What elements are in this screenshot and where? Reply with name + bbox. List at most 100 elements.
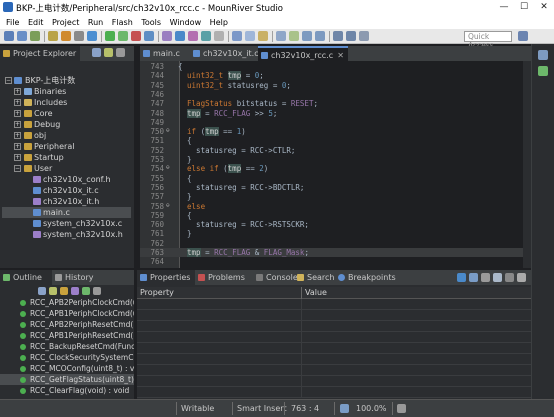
filter-icon[interactable] <box>481 273 490 282</box>
code-area[interactable]: 743{744 uint32_t tmp = 0; 745 uint32_t st… <box>140 61 531 268</box>
tab-outline[interactable]: Outline <box>0 270 52 285</box>
menu-run[interactable]: Run <box>88 16 103 29</box>
minimize-icon[interactable] <box>517 273 526 282</box>
code-line[interactable]: 762 <box>140 239 523 248</box>
menu-help[interactable]: Help <box>210 16 228 29</box>
expand-icon[interactable]: + <box>14 143 21 150</box>
perspective-icon[interactable] <box>518 31 528 41</box>
link-editor-icon[interactable] <box>104 48 113 57</box>
expand-icon[interactable]: + <box>14 88 21 95</box>
code-line[interactable]: 756 statusreg = RCC->BDCTLR; <box>140 183 523 192</box>
rebuild-icon[interactable] <box>61 31 71 41</box>
outline-item[interactable]: RCC_MCOConfig(uint8_t) : vo <box>0 363 134 374</box>
code-line[interactable]: 764 <box>140 257 523 266</box>
categories-icon[interactable] <box>469 273 478 282</box>
code-line[interactable]: 754 ⊖ else if (tmp == 2) <box>140 164 523 174</box>
code-line[interactable]: 753 } <box>140 155 523 164</box>
debug-icon[interactable] <box>118 31 128 41</box>
code-line[interactable]: 747 FlagStatus bitstatus = RESET; <box>140 99 523 108</box>
tab-breakpoints[interactable]: Breakpoints <box>335 270 415 285</box>
code-line[interactable]: 755 { <box>140 174 523 183</box>
collapse-icon[interactable]: − <box>14 165 21 172</box>
code-line[interactable]: 752 statusreg = RCC->CTLR; <box>140 146 523 155</box>
build-icon[interactable] <box>48 31 58 41</box>
outline-item[interactable]: RCC_APB2PeriphClockCmd(ui <box>0 297 134 308</box>
menu-window[interactable]: Window <box>170 16 202 29</box>
tab-project-explorer[interactable]: Project Explorer <box>0 46 80 61</box>
terminal-icon[interactable] <box>201 31 211 41</box>
outline-item[interactable]: RCC_GetFlagStatus(uint8_t) : <box>0 374 134 385</box>
code-line[interactable]: 745 uint32_t statusreg = 0; <box>140 81 523 90</box>
file-item-selected[interactable]: main.c <box>2 207 131 218</box>
quick-access-input[interactable]: Quick Access <box>464 31 512 50</box>
hide-static-icon[interactable] <box>71 287 79 295</box>
new-icon[interactable] <box>4 31 14 41</box>
minimize-button[interactable]: — <box>494 0 514 16</box>
restore-icon[interactable] <box>538 50 548 60</box>
code-line[interactable]: 749 <box>140 118 523 127</box>
outline-item[interactable]: RCC_ClockSecuritySystemCm <box>0 352 134 363</box>
maximize-button[interactable]: ☐ <box>514 0 534 16</box>
outline-item[interactable]: RCC_APB2PeriphResetCmd(u <box>0 319 134 330</box>
hide-fields-icon[interactable] <box>60 287 68 295</box>
back-icon[interactable] <box>333 31 343 41</box>
restore-default-icon[interactable] <box>493 273 502 282</box>
code-line[interactable]: 743 { <box>140 62 523 71</box>
open-type-icon[interactable] <box>245 31 255 41</box>
next-annotation-icon[interactable] <box>302 31 312 41</box>
chip-icon[interactable] <box>175 31 185 41</box>
code-line[interactable]: 751 { <box>140 136 523 145</box>
tab-history[interactable]: History <box>52 270 102 285</box>
collapse-all-icon[interactable] <box>38 287 46 295</box>
pin-icon[interactable] <box>457 273 466 282</box>
code-line[interactable]: 759 { <box>140 211 523 220</box>
view-menu-icon[interactable] <box>505 273 514 282</box>
outline-view-icon[interactable] <box>538 66 548 76</box>
prev-annotation-icon[interactable] <box>315 31 325 41</box>
expand-icon[interactable]: + <box>14 132 21 139</box>
expand-icon[interactable]: + <box>14 110 21 117</box>
menu-edit[interactable]: Edit <box>28 16 44 29</box>
fold-icon[interactable]: ⊖ <box>166 127 170 134</box>
open-resource-icon[interactable] <box>258 31 268 41</box>
fold-icon[interactable]: ⊖ <box>166 164 170 171</box>
close-button[interactable]: ✕ <box>534 0 554 16</box>
clean-icon[interactable] <box>74 31 84 41</box>
run-icon[interactable] <box>105 31 115 41</box>
hide-nonpublic-icon[interactable] <box>82 287 90 295</box>
outline-item[interactable]: RCC_ClearFlag(void) : void <box>0 385 134 396</box>
fold-icon[interactable]: ⊖ <box>166 202 170 209</box>
view-menu-icon[interactable] <box>116 48 125 57</box>
download-icon[interactable] <box>87 31 97 41</box>
code-line[interactable]: 761 } <box>140 229 523 238</box>
menu-flash[interactable]: Flash <box>112 16 133 29</box>
search-icon[interactable] <box>232 31 242 41</box>
tab-ch32v10x-it-c[interactable]: ch32v10x_it.c <box>190 46 259 61</box>
flash-icon[interactable] <box>144 31 154 41</box>
view-menu-icon[interactable] <box>93 287 101 295</box>
outline-item[interactable]: RCC_APB1PeriphClockCmd(u <box>0 308 134 319</box>
code-editor[interactable]: main.c ch32v10x_it.c ch32v10x_rcc.c ✕ 74… <box>140 46 531 268</box>
stop-icon[interactable] <box>131 31 141 41</box>
code-line[interactable]: 748 tmp = RCC_FLAG >> 5; <box>140 108 523 118</box>
last-edit-icon[interactable] <box>359 31 369 41</box>
tab-ch32v10x-rcc-c[interactable]: ch32v10x_rcc.c ✕ <box>258 46 348 61</box>
code-line[interactable]: 763 tmp = RCC_FLAG & FLAG_Mask; <box>140 248 523 257</box>
expand-icon[interactable]: + <box>14 99 21 106</box>
settings-icon[interactable] <box>214 31 224 41</box>
outline-item[interactable]: RCC_BackupResetCmd(Functi <box>0 341 134 352</box>
tab-main-c[interactable]: main.c <box>140 46 190 61</box>
code-line[interactable]: 758 ⊖ else <box>140 202 523 211</box>
toggle-mark-icon[interactable] <box>289 31 299 41</box>
target-icon[interactable] <box>162 31 172 41</box>
forward-icon[interactable] <box>346 31 356 41</box>
collapse-icon[interactable]: − <box>5 77 12 84</box>
overview-ruler[interactable] <box>523 61 531 268</box>
code-line[interactable]: 757 } <box>140 192 523 201</box>
save-all-icon[interactable] <box>30 31 40 41</box>
menu-project[interactable]: Project <box>52 16 79 29</box>
annotation-icon[interactable] <box>276 31 286 41</box>
tab-properties[interactable]: Properties <box>137 270 195 285</box>
collapse-all-icon[interactable] <box>92 48 101 57</box>
code-line[interactable]: 744 uint32_t tmp = 0; <box>140 71 523 81</box>
